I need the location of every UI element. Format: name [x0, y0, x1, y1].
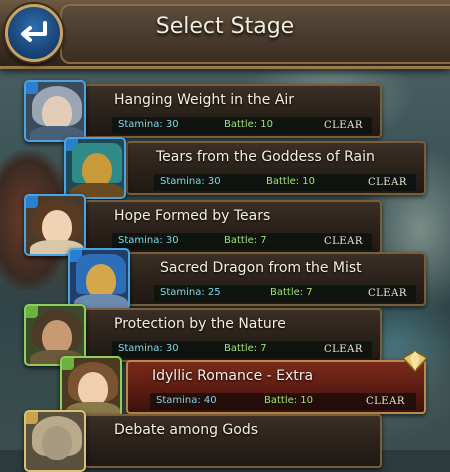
battle-count: Battle: 7	[224, 343, 267, 354]
stage-name: Hope Formed by Tears	[114, 208, 271, 224]
stage-stats: Stamina: 30 Battle: 7 CLEAR	[112, 341, 372, 358]
stage-boss-portrait	[68, 248, 130, 310]
header-bar: Select Stage	[0, 0, 450, 69]
stage-panel: Debate among Gods	[84, 414, 382, 468]
stamina-cost: Stamina: 30	[118, 235, 179, 246]
clear-badge: CLEAR	[368, 177, 407, 188]
back-arrow-icon	[21, 21, 47, 42]
stage-name: Hanging Weight in the Air	[114, 92, 295, 108]
stage-row[interactable]: Tears from the Goddess of Rain Stamina: …	[64, 137, 428, 199]
stamina-cost: Stamina: 40	[156, 395, 217, 406]
stage-name: Debate among Gods	[114, 422, 258, 438]
stage-boss-portrait	[24, 410, 86, 472]
stage-row[interactable]: Sacred Dragon from the Mist Stamina: 25 …	[68, 248, 428, 310]
stage-stats: Stamina: 30 Battle: 10 CLEAR	[112, 117, 372, 134]
earth-element-icon	[26, 412, 38, 424]
extra-stage-gem-icon	[402, 350, 428, 372]
stage-row[interactable]: Hope Formed by Tears Stamina: 30 Battle:…	[24, 194, 384, 256]
stage-row[interactable]: Debate among Gods	[24, 410, 384, 472]
stage-panel: Protection by the Nature Stamina: 30 Bat…	[84, 308, 382, 362]
stage-panel: Tears from the Goddess of Rain Stamina: …	[126, 141, 426, 195]
page-title: Select Stage	[155, 14, 295, 39]
stamina-cost: Stamina: 25	[160, 287, 221, 298]
stage-boss-portrait	[24, 194, 86, 256]
battle-count: Battle: 7	[270, 287, 313, 298]
stage-panel: Idyllic Romance - Extra Stamina: 40 Batt…	[126, 360, 426, 414]
stage-name: Tears from the Goddess of Rain	[156, 149, 375, 165]
battle-count: Battle: 10	[266, 176, 316, 187]
stage-row[interactable]: Protection by the Nature Stamina: 30 Bat…	[24, 304, 384, 366]
forest-element-icon	[26, 306, 38, 318]
stage-name: Sacred Dragon from the Mist	[160, 260, 362, 276]
clear-badge: CLEAR	[324, 344, 363, 355]
stage-name: Idyllic Romance - Extra	[152, 368, 314, 384]
stage-stats: Stamina: 25 Battle: 7 CLEAR	[154, 285, 416, 302]
stage-panel: Hope Formed by Tears Stamina: 30 Battle:…	[84, 200, 382, 254]
clear-badge: CLEAR	[324, 120, 363, 131]
clear-badge: CLEAR	[366, 396, 405, 407]
water-element-icon	[26, 196, 38, 208]
stage-boss-portrait	[24, 80, 86, 142]
stage-boss-portrait	[64, 137, 126, 199]
stamina-cost: Stamina: 30	[160, 176, 221, 187]
water-element-icon	[26, 82, 38, 94]
stage-name: Protection by the Nature	[114, 316, 286, 332]
clear-badge: CLEAR	[368, 288, 407, 299]
battle-count: Battle: 10	[224, 119, 274, 130]
stage-row-extra[interactable]: Idyllic Romance - Extra Stamina: 40 Batt…	[60, 356, 428, 418]
stage-panel: Sacred Dragon from the Mist Stamina: 25 …	[126, 252, 426, 306]
back-button[interactable]	[5, 4, 63, 62]
stage-stats: Stamina: 30 Battle: 10 CLEAR	[154, 174, 416, 191]
forest-element-icon	[62, 358, 74, 370]
stage-panel: Hanging Weight in the Air Stamina: 30 Ba…	[84, 84, 382, 138]
stamina-cost: Stamina: 30	[118, 343, 179, 354]
stage-stats: Stamina: 40 Battle: 10 CLEAR	[150, 393, 416, 410]
stage-row[interactable]: Hanging Weight in the Air Stamina: 30 Ba…	[24, 80, 384, 142]
stage-boss-portrait	[60, 356, 122, 418]
stamina-cost: Stamina: 30	[118, 119, 179, 130]
battle-count: Battle: 7	[224, 235, 267, 246]
clear-badge: CLEAR	[324, 236, 363, 247]
stage-stats: Stamina: 30 Battle: 7 CLEAR	[112, 233, 372, 250]
battle-count: Battle: 10	[264, 395, 314, 406]
